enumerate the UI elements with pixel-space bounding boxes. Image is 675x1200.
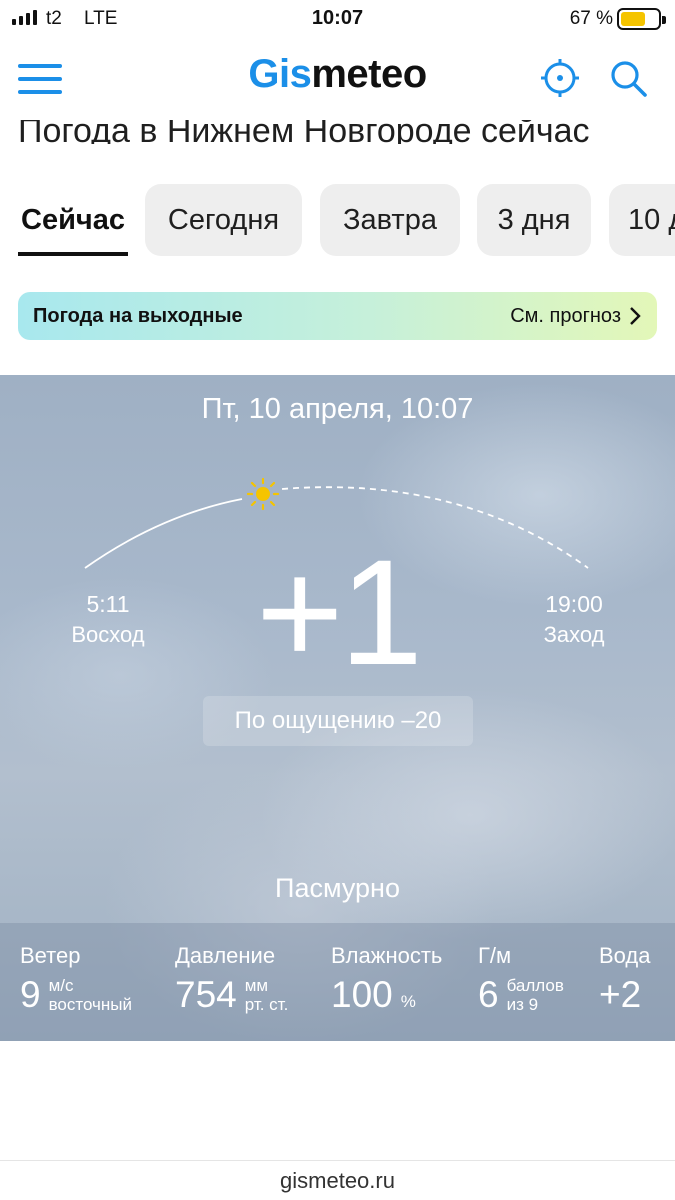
locate-icon[interactable] [540,58,580,98]
sun-icon [246,477,280,511]
metric-geomagnetic: Г/м 6 баллов из 9 [478,943,564,1015]
humidity-unit: % [400,992,416,1011]
status-bar: t2 LTE 10:07 67 % [0,0,675,38]
wind-label: Ветер [20,943,81,968]
logo-gis: Gis [248,52,312,96]
geomagnetic-unit-bottom: из 9 [506,995,539,1014]
humidity-value: 100 [331,974,393,1015]
weather-metrics: Ветер 9 м/с восточный Давление 754 мм рт… [0,923,675,1041]
wind-direction: восточный [48,995,133,1014]
battery-percent: 67 % [569,8,613,29]
weather-condition: Пасмурно [275,873,400,903]
pressure-unit-bottom: рт. ст. [244,995,289,1014]
battery-icon [617,8,666,30]
period-tabs: Сейчас Сегодня Завтра 3 дня 10 д [0,184,675,258]
metric-wind: Ветер 9 м/с восточный [20,943,132,1015]
tab-today[interactable]: Сегодня [145,184,302,256]
tab-now[interactable]: Сейчас [18,184,128,256]
water-label: Вода [599,943,651,968]
see-forecast-label: См. прогноз [510,304,621,327]
logo-meteo: meteo [311,52,427,96]
search-icon[interactable] [608,58,648,98]
pressure-label: Давление [175,943,276,968]
geomagnetic-value: 6 [478,974,499,1015]
wind-value: 9 [20,974,41,1015]
weekend-banner-title: Погода на выходные [33,304,243,327]
pressure-unit-top: мм [244,976,269,995]
water-value: +2 [599,974,642,1015]
wind-unit: м/с [48,976,74,995]
tab-3-days[interactable]: 3 дня [477,184,591,256]
geomagnetic-unit-top: баллов [506,976,564,995]
metric-pressure: Давление 754 мм рт. ст. [175,943,288,1015]
geomagnetic-label: Г/м [478,943,512,968]
tab-10-days[interactable]: 10 д [609,184,675,256]
site-domain: gismeteo.ru [280,1168,395,1193]
browser-url-bar[interactable]: gismeteo.ru [0,1160,675,1200]
metric-water: Вода +2 [599,943,651,1015]
feels-like-badge: По ощущению –20 [203,696,473,746]
current-weather-card: Пт, 10 апреля, 10:07 5:11 Восход 19:00 З… [0,375,675,1041]
see-forecast-link[interactable]: См. прогноз [510,305,641,328]
app-header: Gismeteo [0,38,675,120]
weekend-forecast-banner[interactable]: Погода на выходные См. прогноз [18,292,657,340]
current-temperature: +1 [255,528,423,696]
tab-tomorrow[interactable]: Завтра [320,184,460,256]
humidity-label: Влажность [331,943,443,968]
chevron-right-icon [630,307,641,325]
metric-humidity: Влажность 100 % [331,943,442,1015]
pressure-value: 754 [175,974,237,1015]
